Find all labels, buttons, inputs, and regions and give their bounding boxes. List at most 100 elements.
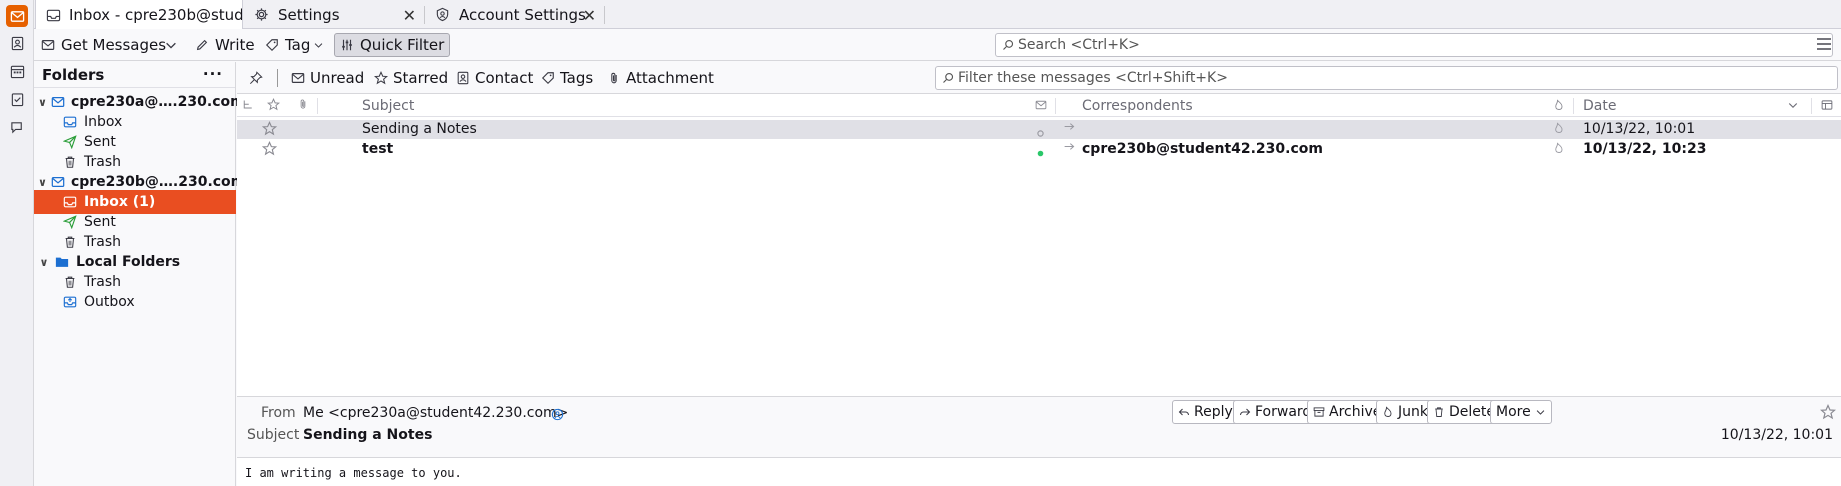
tab-inbox[interactable]: Inbox - cpre230b@studen [35, 0, 243, 30]
filter-unread-button[interactable]: Unread [287, 67, 368, 89]
folder-pane-menu-icon[interactable]: ··· [203, 65, 223, 83]
inbox-icon [46, 7, 61, 23]
folder-pane: Folders ··· ∨ cpre230a@….230.com Inbox S… [34, 62, 245, 486]
write-button[interactable]: Write [190, 33, 260, 57]
star-icon[interactable] [1819, 404, 1837, 424]
star-icon[interactable] [261, 141, 278, 160]
filter-tags-button[interactable]: Tags [537, 67, 597, 89]
folder-label: Trash [84, 154, 121, 170]
write-label: Write [215, 36, 255, 54]
chevron-down-icon[interactable]: ∨ [38, 256, 50, 269]
subject-column-header[interactable]: Subject [362, 98, 414, 114]
junk-column-icon[interactable] [1553, 99, 1565, 115]
unread-dot-icon[interactable] [1037, 145, 1044, 161]
send-icon [62, 214, 78, 230]
from-label: From [261, 405, 296, 421]
subject-label: Subject [247, 427, 300, 443]
archive-label: Archive [1329, 404, 1382, 420]
filter-attachment-button[interactable]: Attachment [603, 67, 718, 89]
mail-space-icon[interactable] [6, 5, 28, 27]
pencil-icon [196, 39, 208, 51]
message-body[interactable]: I am writing a message to you. [237, 457, 1841, 486]
junk-button[interactable]: Junk [1376, 400, 1434, 424]
tab-account-settings[interactable]: Account Settings ✕ [425, 0, 604, 29]
chevron-down-icon [166, 42, 176, 49]
folder-label: cpre230a@….230.com [70, 94, 245, 110]
trash-icon [1435, 407, 1443, 417]
star-icon [374, 71, 388, 85]
column-separator [1811, 98, 1812, 114]
quick-filter-button[interactable]: Quick Filter [334, 33, 451, 57]
pin-icon [249, 71, 263, 85]
forward-icon [1239, 408, 1251, 416]
junk-status-icon[interactable] [1553, 142, 1565, 158]
message-pane: From Me <cpre230a@student42.230.com> Rep… [237, 396, 1841, 486]
chevron-down-icon[interactable]: ∨ [38, 176, 47, 189]
read-status-dot-icon[interactable] [1037, 125, 1044, 141]
mail-account-icon [51, 174, 65, 190]
star-icon[interactable] [261, 121, 278, 140]
tasks-icon[interactable] [6, 88, 28, 110]
folder-outbox[interactable]: Outbox [34, 290, 236, 314]
folder-label: Sent [84, 134, 116, 150]
outbox-icon [62, 294, 78, 310]
calendar-icon[interactable] [6, 60, 28, 82]
filter-placeholder: Filter these messages <Ctrl+Shift+K> [958, 70, 1228, 86]
folder-label: cpre230b@….230.com [70, 174, 246, 190]
chevron-down-icon[interactable]: ∨ [38, 96, 47, 109]
chevron-down-icon[interactable] [1787, 99, 1799, 115]
read-status-column-icon[interactable] [1035, 99, 1047, 115]
shield-icon [435, 7, 451, 23]
date-column-header[interactable]: Date [1583, 98, 1616, 114]
paperclip-icon [611, 72, 617, 84]
thread-column-header: Subject Correspondents Date [237, 95, 1841, 117]
thread-pane: Unread Starred Contact Tags Attachment F… [237, 62, 1841, 396]
forward-button[interactable]: Forward [1233, 400, 1318, 424]
message-row[interactable]: test cpre230b@student42.230.com 10/13/22… [237, 140, 1841, 159]
close-icon[interactable]: ✕ [403, 6, 416, 25]
address-book-icon[interactable] [6, 32, 28, 54]
star-column-icon[interactable] [266, 98, 281, 115]
contact-info-icon[interactable] [551, 407, 564, 425]
reply-button[interactable]: Reply [1172, 400, 1239, 424]
arrow-right-icon [1063, 140, 1076, 157]
search-icon [1003, 39, 1014, 50]
tag-icon [541, 72, 554, 85]
correspondents-column-header[interactable]: Correspondents [1082, 98, 1193, 114]
tag-button[interactable]: Tag [260, 33, 329, 57]
column-picker-icon[interactable] [1821, 99, 1833, 115]
global-search-input[interactable]: Search <Ctrl+K> [995, 33, 1833, 57]
attachment-column-icon[interactable] [297, 98, 309, 114]
quick-filter-bar: Unread Starred Contact Tags Attachment F… [237, 62, 1841, 94]
tab-label: Account Settings [459, 5, 586, 24]
trash-icon [62, 154, 78, 170]
tab-label: Settings [278, 5, 340, 24]
tag-icon [265, 39, 278, 52]
message-row[interactable]: Sending a Notes 10/13/22, 10:01 [237, 120, 1841, 139]
folder-label: Sent [84, 214, 116, 230]
message-subject: test [362, 141, 394, 157]
get-messages-button[interactable]: Get Messages [36, 33, 171, 57]
more-button[interactable]: More [1490, 400, 1552, 424]
menu-icon[interactable] [1817, 38, 1831, 50]
spaces-toolbar [0, 0, 34, 486]
chevron-down-icon [1536, 410, 1545, 415]
junk-flame-icon [1384, 406, 1392, 417]
filter-sliders-icon [342, 39, 352, 51]
sticky-filter-button[interactable] [245, 67, 267, 89]
junk-status-icon[interactable] [1553, 122, 1565, 138]
arrow-right-icon [1063, 120, 1076, 137]
chat-icon[interactable] [6, 116, 28, 138]
get-messages-dropdown[interactable] [160, 33, 182, 57]
from-value[interactable]: Me <cpre230a@student42.230.com> [303, 405, 568, 421]
inbox-icon [62, 194, 78, 210]
filter-messages-input[interactable]: Filter these messages <Ctrl+Shift+K> [935, 66, 1838, 90]
message-subject: Sending a Notes [362, 121, 477, 137]
get-messages-label: Get Messages [61, 36, 167, 54]
get-messages-icon [41, 40, 55, 50]
filter-contact-button[interactable]: Contact [452, 67, 537, 89]
thread-column-icon[interactable] [242, 99, 254, 115]
filter-starred-button[interactable]: Starred [370, 67, 452, 89]
tab-settings[interactable]: Settings ✕ [244, 0, 424, 29]
close-icon[interactable]: ✕ [583, 6, 596, 25]
